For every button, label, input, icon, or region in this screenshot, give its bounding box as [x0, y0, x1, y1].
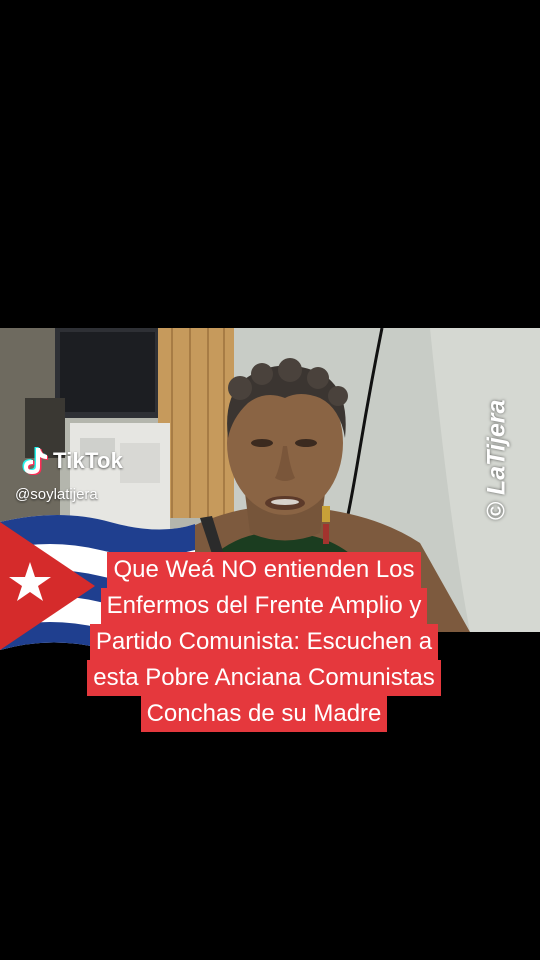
latijera-watermark: © LaTijera — [482, 399, 511, 521]
caption-line: esta Pobre Anciana Comunistas — [87, 660, 441, 696]
caption-line: Conchas de su Madre — [140, 696, 388, 732]
video-screen: TikTok @soylatijera © LaTijera Que Weá N… — [0, 0, 540, 960]
tiktok-note-icon — [22, 447, 48, 475]
caption-line: Partido Comunista: Escuchen a — [89, 624, 439, 660]
caption-line: Enfermos del Frente Amplio y — [100, 588, 428, 624]
tiktok-logo: TikTok — [20, 446, 123, 476]
tiktok-handle: @soylatijera — [15, 486, 98, 503]
tiktok-wordmark: TikTok — [53, 448, 124, 473]
video-caption: Que Weá NO entienden Los Enfermos del Fr… — [44, 552, 484, 732]
caption-line: Que Weá NO entienden Los — [107, 552, 421, 588]
